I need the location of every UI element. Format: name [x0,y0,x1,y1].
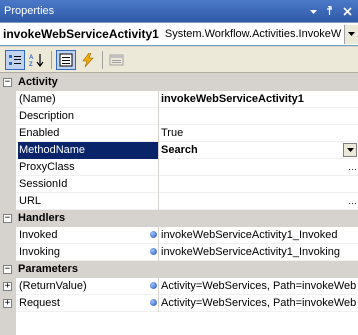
property-row-description[interactable]: Description [0,108,358,125]
property-name: URL [19,195,42,207]
ellipsis-icon[interactable]: … [348,159,357,176]
object-type: System.Workflow.Activities.InvokeW [164,28,342,40]
title-bar: Properties [0,0,358,22]
property-row-name[interactable]: (Name) invokeWebServiceActivity1 [0,91,358,108]
collapse-icon[interactable]: − [3,78,12,87]
object-name: invokeWebServiceActivity1 [3,27,159,41]
property-value: Activity=WebServices, Path=invokeWeb [161,280,357,292]
grid-margin [0,312,16,335]
collapse-icon[interactable]: − [3,265,12,274]
binding-icon [150,281,157,289]
property-name: Description [19,110,75,122]
property-value[interactable] [161,176,358,193]
property-value-container[interactable]: invokeWebServiceActivity1_Invoking [150,244,358,261]
property-row-enabled[interactable]: Enabled True [0,125,358,142]
chevron-down-icon[interactable] [343,143,357,157]
property-name: MethodName [18,142,158,159]
category-activity[interactable]: − Activity [0,74,358,91]
property-row-invoked[interactable]: Invoked invokeWebServiceActivity1_Invoke… [0,227,358,244]
property-value[interactable] [161,108,358,125]
collapse-icon[interactable]: − [3,214,12,223]
property-name: Request [19,297,60,309]
properties-icon[interactable] [56,50,76,70]
events-icon[interactable] [78,50,98,70]
event-handler-icon [150,247,157,255]
property-grid: − Activity (Name) invokeWebServiceActivi… [0,74,358,335]
property-row-sessionid[interactable]: SessionId [0,176,358,193]
category-label: Parameters [18,263,78,275]
property-name: SessionId [19,178,68,190]
property-value: Activity=WebServices, Path=invokeWeb [161,297,357,309]
svg-text:Z: Z [29,62,33,67]
category-handlers[interactable]: − Handlers [0,210,358,227]
property-name: (ReturnValue) [19,280,87,292]
event-handler-icon [150,230,157,238]
properties-window: Properties invokeWebServiceActivity1 Sys… [0,0,358,335]
property-row-url[interactable]: URL … [0,193,358,210]
property-value[interactable]: True [161,125,358,142]
object-selector[interactable]: invokeWebServiceActivity1 System.Workflo… [0,22,358,46]
binding-icon [150,298,157,306]
window-title: Properties [4,5,55,17]
property-value[interactable]: invokeWebServiceActivity1 [161,91,358,108]
property-row-methodname[interactable]: MethodName Search [0,142,358,159]
pin-icon[interactable] [322,3,338,19]
property-value[interactable] [161,159,358,176]
property-row-request[interactable]: + Request Activity=WebServices, Path=inv… [0,295,358,312]
property-name: Enabled [19,127,60,139]
property-value: invokeWebServiceActivity1_Invoking [161,246,340,258]
categorized-icon[interactable] [5,50,25,70]
chevron-down-icon[interactable] [344,25,358,44]
property-value-container[interactable]: Activity=WebServices, Path=invokeWeb [150,278,358,295]
property-name: Invoking [19,246,60,258]
property-name: Invoked [19,229,58,241]
property-value-container[interactable]: Activity=WebServices, Path=invokeWeb [150,295,358,312]
property-pages-icon[interactable] [107,50,127,70]
svg-text:A: A [29,55,34,61]
category-label: Handlers [18,212,66,224]
property-name: (Name) [19,93,56,105]
close-icon[interactable] [339,3,355,19]
expand-icon[interactable]: + [3,299,12,308]
property-value[interactable] [161,193,358,210]
dropdown-icon[interactable] [305,3,321,19]
alphabetical-icon[interactable]: A Z [27,50,47,70]
property-row-returnvalue[interactable]: + (ReturnValue) Activity=WebServices, Pa… [0,278,358,295]
property-row-invoking[interactable]: Invoking invokeWebServiceActivity1_Invok… [0,244,358,261]
toolbar: A Z [0,47,358,73]
property-value-container[interactable]: invokeWebServiceActivity1_Invoked [150,227,358,244]
category-parameters[interactable]: − Parameters [0,261,358,278]
category-label: Activity [18,76,58,88]
property-name: ProxyClass [19,161,75,173]
expand-icon[interactable]: + [3,282,12,291]
property-row-proxyclass[interactable]: ProxyClass … [0,159,358,176]
property-value: invokeWebServiceActivity1_Invoked [161,229,338,241]
property-value[interactable]: Search [161,142,358,159]
ellipsis-icon[interactable]: … [348,193,357,210]
